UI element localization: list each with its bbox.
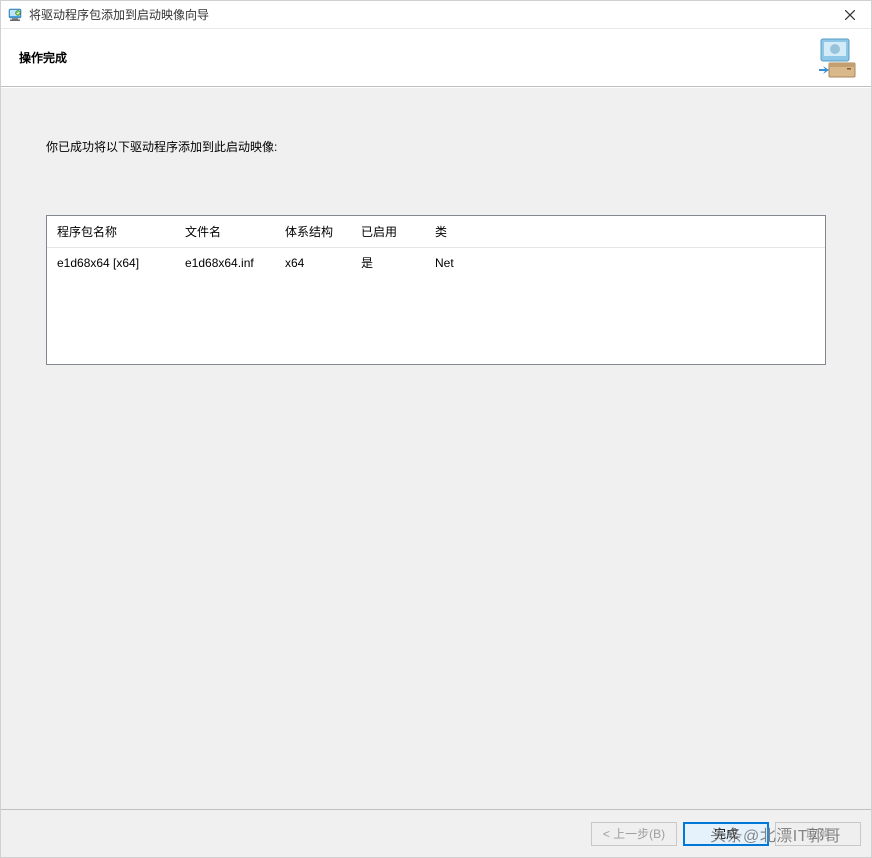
cell-architecture: x64 — [275, 248, 351, 278]
column-file-name[interactable]: 文件名 — [175, 216, 275, 248]
table-header-row: 程序包名称 文件名 体系结构 已启用 类 — [47, 216, 825, 248]
column-architecture[interactable]: 体系结构 — [275, 216, 351, 248]
table-row[interactable]: e1d68x64 [x64] e1d68x64.inf x64 是 Net — [47, 248, 825, 278]
window-title: 将驱动程序包添加到启动映像向导 — [29, 6, 835, 23]
wizard-header: 操作完成 — [1, 29, 871, 87]
driver-table: 程序包名称 文件名 体系结构 已启用 类 e1d68x64 [x64] e1d6… — [47, 216, 825, 277]
back-button: < 上一步(B) — [591, 822, 677, 846]
column-package-name[interactable]: 程序包名称 — [47, 216, 175, 248]
column-enabled[interactable]: 已启用 — [351, 216, 425, 248]
cell-enabled: 是 — [351, 248, 425, 278]
titlebar: 将驱动程序包添加到启动映像向导 — [1, 1, 871, 29]
close-icon — [845, 10, 855, 20]
finish-button[interactable]: 完成 — [683, 822, 769, 846]
instruction-text: 你已成功将以下驱动程序添加到此启动映像: — [46, 138, 826, 155]
wizard-content: 你已成功将以下驱动程序添加到此启动映像: 程序包名称 文件名 体系结构 已启用 … — [1, 87, 871, 809]
column-class[interactable]: 类 — [425, 216, 825, 248]
app-icon — [7, 7, 23, 23]
driver-table-panel: 程序包名称 文件名 体系结构 已启用 类 e1d68x64 [x64] e1d6… — [46, 215, 826, 365]
cell-file-name: e1d68x64.inf — [175, 248, 275, 278]
wizard-footer: < 上一步(B) 完成 取消 头条@北漂IT郭哥 — [1, 809, 871, 857]
cancel-button: 取消 — [775, 822, 861, 846]
cell-package-name: e1d68x64 [x64] — [47, 248, 175, 278]
wizard-header-icon — [815, 37, 861, 83]
cell-class: Net — [425, 248, 825, 278]
wizard-subtitle: 操作完成 — [19, 49, 67, 66]
close-button[interactable] — [835, 3, 865, 27]
